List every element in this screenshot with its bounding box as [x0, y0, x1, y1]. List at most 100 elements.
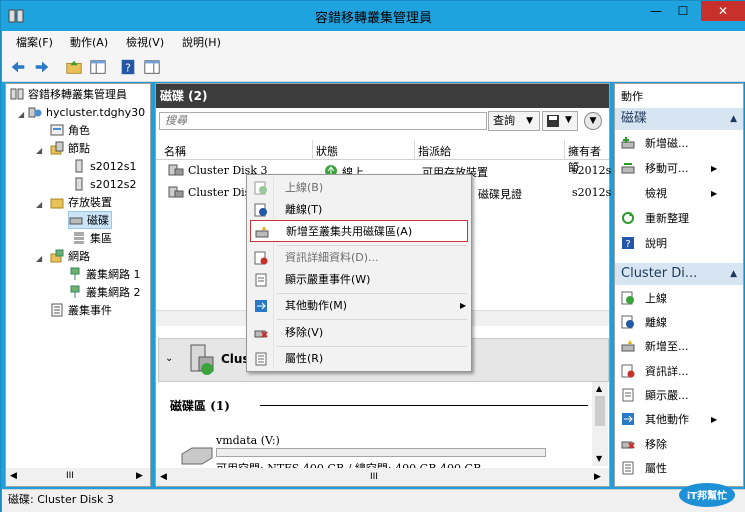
action-more-actions[interactable]: 其他動作 [621, 410, 689, 430]
tree-item-pools[interactable]: 集區 [72, 230, 112, 248]
action-move-available[interactable]: 移動可... [621, 159, 689, 179]
tree-item-nodes[interactable]: 節點 [50, 140, 90, 158]
tree-item-roles[interactable]: 角色 [50, 122, 90, 140]
ctx-label: 其他動作(M) [285, 299, 348, 312]
close-button[interactable]: ✕ [701, 1, 745, 21]
collapse-icon[interactable]: ◢ [36, 146, 42, 155]
server-icon [75, 177, 83, 191]
tree-item-node1[interactable]: s2012s1 [72, 158, 136, 176]
column-assigned[interactable]: 指派給 [418, 143, 451, 159]
menu-file[interactable]: 檔案(F) [16, 34, 53, 50]
section-label: Cluster Di... [621, 266, 698, 281]
actions-section-disks[interactable]: 磁碟 ▲ [615, 108, 743, 130]
ctx-offline[interactable]: 離線(T) [250, 199, 468, 221]
action-offline[interactable]: 離線 [621, 313, 667, 333]
scroll-left-icon[interactable]: ◀ [160, 472, 167, 482]
remove-icon [621, 441, 635, 449]
action-add-to-csv[interactable]: 新增至... [621, 337, 689, 357]
forward-arrow-icon[interactable] [32, 57, 52, 77]
tree-item-disks[interactable]: 磁碟 [68, 211, 112, 229]
action-online[interactable]: 上線 [621, 289, 667, 309]
search-input[interactable]: 搜尋 [159, 112, 487, 130]
save-query-button[interactable]: ▼ [542, 111, 578, 131]
ctx-separator [277, 293, 467, 294]
status-bar: 磁碟: Cluster Disk 3 [2, 489, 745, 512]
show-hide-tree-icon[interactable] [88, 57, 108, 77]
tree-horizontal-scrollbar[interactable]: ◀ III ▶ [6, 468, 150, 486]
event-log-icon [51, 303, 63, 317]
ctx-critical-events[interactable]: 顯示嚴重事件(W) [250, 269, 468, 291]
minimize-button[interactable]: — [643, 1, 669, 21]
actions-section-cluster-disk[interactable]: Cluster Di... ▲ [615, 263, 743, 285]
tree-item-net1[interactable]: 叢集網路 1 [68, 266, 141, 284]
action-critical-events[interactable]: 顯示嚴... [621, 386, 689, 406]
svg-text:iT邦幫忙: iT邦幫忙 [687, 489, 727, 502]
menu-view[interactable]: 檢視(V) [126, 34, 164, 50]
scroll-thumb[interactable] [595, 396, 605, 426]
collapse-icon[interactable]: ◢ [36, 200, 42, 209]
column-divider[interactable] [312, 140, 313, 160]
tree-item-events[interactable]: 叢集事件 [50, 302, 112, 320]
tree-item-node2-label: s2012s2 [90, 178, 137, 191]
query-button[interactable]: 查詢 ▼ [488, 111, 540, 131]
tree-item-node2[interactable]: s2012s2 [72, 176, 136, 194]
tree-item-cluster[interactable]: hycluster.tdghy30 [28, 104, 145, 122]
properties-icon [255, 352, 267, 366]
ctx-properties[interactable]: 屬性(R) [250, 348, 468, 370]
action-add-disk[interactable]: 新增磁... [621, 134, 689, 154]
menu-help[interactable]: 說明(H) [182, 34, 221, 50]
scroll-thumb[interactable]: III [370, 472, 378, 482]
details-vertical-scrollbar[interactable]: ▲ ▼ [592, 382, 608, 466]
menu-action[interactable]: 動作(A) [70, 34, 108, 50]
tree-item-storage[interactable]: 存放裝置 [50, 194, 112, 212]
action-label: 新增磁... [645, 137, 689, 150]
details-horizontal-scrollbar[interactable]: ◀ III ▶ [156, 468, 609, 486]
collapse-icon[interactable]: ◢ [18, 110, 24, 119]
collapse-chevron-icon[interactable]: ⌄ [165, 353, 173, 364]
help-icon[interactable]: ? [118, 57, 138, 77]
action-refresh[interactable]: 重新整理 [621, 209, 689, 229]
action-info-details[interactable]: 資訊詳... [621, 362, 689, 382]
scroll-down-icon[interactable]: ▼ [596, 454, 602, 463]
maximize-button[interactable]: ☐ [670, 1, 696, 21]
column-name[interactable]: 名稱 [164, 143, 186, 159]
scroll-thumb[interactable]: III [66, 471, 74, 481]
column-divider[interactable] [414, 140, 415, 160]
tree-root[interactable]: 容錯移轉叢集管理員 [10, 86, 127, 104]
show-hide-action-pane-icon[interactable] [142, 57, 162, 77]
properties-icon [622, 461, 634, 475]
up-folder-icon[interactable] [64, 57, 84, 77]
action-properties[interactable]: 屬性 [621, 459, 667, 479]
scroll-left-icon[interactable]: ◀ [10, 471, 17, 481]
scroll-up-icon[interactable]: ▲ [596, 384, 602, 393]
save-icon [547, 115, 559, 127]
ctx-label: 屬性(R) [285, 352, 324, 365]
more-actions-icon [622, 413, 634, 425]
tree-item-net2[interactable]: 叢集網路 2 [68, 284, 141, 302]
tree-item-networks[interactable]: 網路 [50, 248, 90, 266]
action-label: 屬性 [645, 462, 667, 475]
scroll-right-icon[interactable]: ▶ [136, 471, 143, 481]
scroll-right-icon[interactable]: ▶ [594, 472, 601, 482]
column-status[interactable]: 狀態 [316, 143, 338, 159]
cluster-manager-icon [10, 88, 24, 100]
move-storage-icon [621, 163, 635, 174]
column-divider[interactable] [564, 140, 565, 160]
back-arrow-icon[interactable] [8, 57, 28, 77]
ctx-add-to-csv[interactable]: 新增至叢集共用磁碟區(A) [250, 220, 468, 242]
app-window: 容錯移轉叢集管理員 — ☐ ✕ 檔案(F) 動作(A) 檢視(V) 說明(H) … [0, 0, 745, 512]
menu-bar: 檔案(F) 動作(A) 檢視(V) 說明(H) [2, 31, 745, 52]
ctx-info-details[interactable]: 資訊詳細資料(D)... [250, 247, 468, 269]
ctx-online[interactable]: 上線(B) [250, 177, 468, 199]
context-menu: 上線(B) 離線(T) 新增至叢集共用磁碟區(A) 資訊詳細資料(D)... 顯… [246, 174, 472, 372]
cell-owner: s2012s [572, 186, 612, 199]
title-bar[interactable]: 容錯移轉叢集管理員 — ☐ ✕ [1, 1, 745, 31]
action-remove[interactable]: 移除 [621, 435, 667, 455]
ctx-remove[interactable]: 移除(V) [250, 322, 468, 344]
collapse-icon[interactable]: ◢ [36, 254, 42, 263]
action-help[interactable]: ? 說明 [621, 234, 667, 254]
action-view[interactable]: 檢視 [645, 184, 667, 204]
expand-toggle-icon[interactable]: ▼ [584, 112, 602, 130]
ctx-more-actions[interactable]: 其他動作(M) ▶ [250, 295, 468, 317]
volumes-section-title: 磁碟區 (1) [170, 399, 230, 413]
